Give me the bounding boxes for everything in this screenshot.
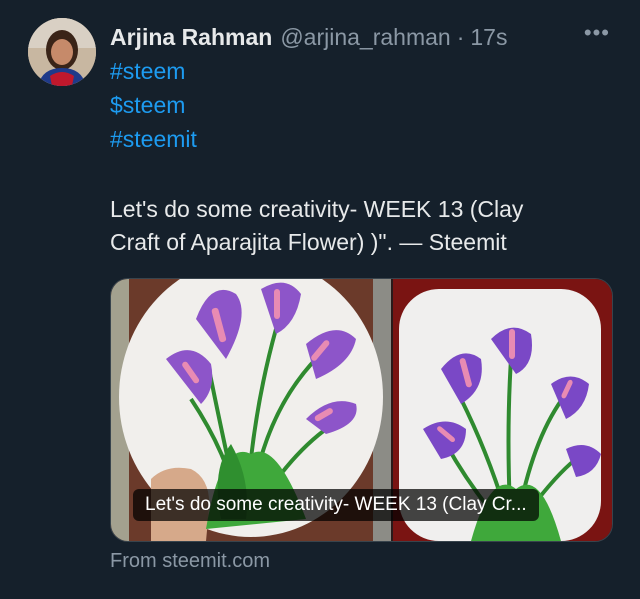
cashtag-steem[interactable]: $steem [110,92,185,119]
tweet-text-line-1: Let's do some creativity- WEEK 13 (Clay [110,196,524,222]
more-options-icon[interactable]: ••• [584,20,610,46]
tweet-header: Arjina Rahman @arjina_rahman · 17s [110,22,620,52]
avatar-photo [28,18,96,86]
tweet-text: Let's do some creativity- WEEK 13 (Clay … [110,193,590,259]
hashtag-steem[interactable]: #steem [110,58,185,85]
avatar[interactable] [28,18,96,86]
tweet-text-line-2: Craft of Aparajita Flower) )". — Steemit [110,229,507,255]
link-source[interactable]: From steemit.com [110,550,270,573]
hashtag-steemit[interactable]: #steemit [110,126,197,153]
separator-dot: · [456,23,465,50]
link-preview-card[interactable]: Let's do some creativity- WEEK 13 (Clay … [110,278,613,542]
timestamp[interactable]: 17s [470,24,507,51]
link-card-title: Let's do some creativity- WEEK 13 (Clay … [133,489,539,521]
author-name[interactable]: Arjina Rahman [110,24,272,51]
author-handle[interactable]: @arjina_rahman [280,24,450,51]
